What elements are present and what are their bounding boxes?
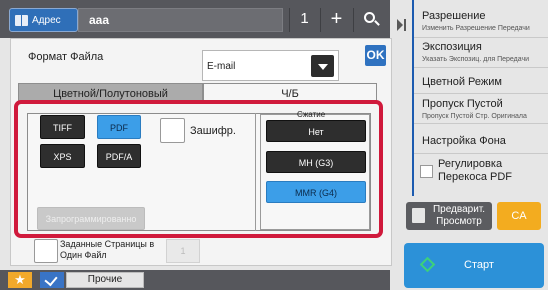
address-book-button[interactable]: Адрес: [9, 8, 78, 32]
color-mode-title: Цветной Режим: [422, 76, 502, 88]
exposure-title: Экспозиция: [422, 41, 482, 53]
star-icon[interactable]: ★: [8, 272, 32, 288]
start-label: Старт: [464, 259, 494, 271]
pages-per-file-checkbox[interactable]: [34, 239, 58, 263]
file-format-select[interactable]: E-mail: [202, 50, 339, 81]
chevron-down-icon[interactable]: [311, 55, 334, 77]
resolution-title: Разрешение: [422, 10, 486, 22]
blank-page-skip-subtitle: Пропуск Пустой Стр. Оригинала: [422, 113, 527, 120]
address-button-label: Адрес: [32, 15, 61, 26]
add-destination-button[interactable]: +: [320, 8, 352, 32]
color-mode-item[interactable]: Цветной Режим: [414, 68, 548, 94]
clear-all-button[interactable]: CA: [497, 202, 541, 230]
file-format-value: E-mail: [207, 61, 236, 72]
pdf-skew-checkbox[interactable]: [420, 165, 433, 178]
start-button[interactable]: Старт: [404, 243, 544, 288]
blank-page-skip-item[interactable]: Пропуск Пустой Пропуск Пустой Стр. Ориги…: [414, 94, 548, 124]
search-button[interactable]: [353, 8, 387, 32]
resolution-subtitle: Изменить Разрешение Передачи: [422, 25, 530, 32]
start-icon: [419, 256, 436, 273]
checkmark-icon[interactable]: [40, 272, 64, 288]
collapse-arrow-icon[interactable]: [397, 19, 403, 31]
pdf-skew-title: Регулировка Перекоса PDF: [438, 158, 512, 183]
address-book-icon: [15, 15, 28, 26]
pages-per-file-label: Заданные Страницы в Один Файл: [60, 239, 155, 260]
preview-label: Предварит. Просмотр: [432, 204, 486, 227]
resolution-item[interactable]: Разрешение Изменить Разрешение Передачи: [414, 8, 548, 38]
pages-per-file-input[interactable]: 1: [166, 239, 200, 263]
background-adjust-title: Настройка Фона: [422, 135, 506, 147]
preview-button[interactable]: Предварит. Просмотр: [406, 202, 492, 230]
other-button[interactable]: Прочие: [66, 272, 144, 288]
preview-icon: [412, 208, 425, 223]
destination-count: 1: [289, 8, 319, 32]
highlight-frame: [14, 100, 383, 238]
address-field[interactable]: ааа: [78, 8, 283, 32]
ok-button[interactable]: OK: [365, 45, 386, 66]
exposure-item[interactable]: Экспозиция Указать Экспозиц. для Передач…: [414, 38, 548, 68]
file-format-label: Формат Файла: [28, 51, 104, 63]
blank-page-skip-title: Пропуск Пустой: [422, 98, 503, 110]
background-adjust-item[interactable]: Настройка Фона: [414, 124, 548, 154]
exposure-subtitle: Указать Экспозиц. для Передачи: [422, 56, 530, 63]
pdf-skew-adjust-item[interactable]: Регулировка Перекоса PDF: [414, 154, 548, 194]
